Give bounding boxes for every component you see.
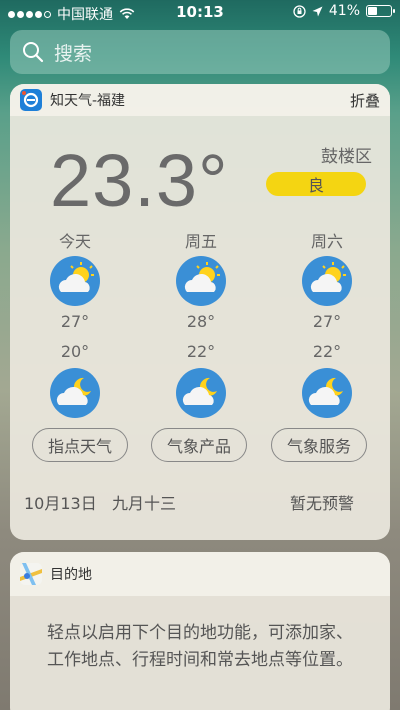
forecast-high: 28° — [186, 312, 216, 331]
partly-cloudy-day-icon — [176, 256, 226, 306]
partly-cloudy-day-icon — [302, 256, 352, 306]
destination-widget[interactable]: 目的地 轻点以启用下个目的地功能，可添加家、工作地点、行程时间和常去地点等位置。 — [10, 552, 390, 710]
lunar-date: 九月十三 — [112, 494, 177, 513]
orientation-lock-icon — [293, 4, 306, 18]
forecast-day-label: 今天 — [58, 232, 91, 251]
location-icon — [312, 6, 323, 16]
battery-percent: 41% — [328, 3, 360, 19]
widget-title: 知天气-福建 — [50, 93, 126, 109]
partly-cloudy-day-icon — [50, 256, 100, 306]
forecast-high: 27° — [312, 312, 342, 331]
current-temperature: 23.3° — [50, 139, 229, 222]
weather-warning-status: 暂无预警 — [290, 494, 355, 513]
weather-services-button[interactable]: 气象服务 — [271, 428, 367, 462]
partly-cloudy-night-icon — [50, 368, 100, 418]
collapse-button[interactable]: 折叠 — [350, 90, 380, 111]
weather-products-button[interactable]: 气象产品 — [151, 428, 247, 462]
solar-date: 10月13日 — [24, 494, 97, 513]
point-weather-button[interactable]: 指点天气 — [32, 428, 128, 462]
destination-description: 轻点以启用下个目的地功能，可添加家、工作地点、行程时间和常去地点等位置。 — [47, 623, 353, 670]
widget-header: 知天气-福建 折叠 — [10, 84, 390, 116]
partly-cloudy-night-icon — [302, 368, 352, 418]
forecast-low: 20° — [60, 342, 90, 361]
forecast-day-label: 周六 — [310, 232, 343, 251]
status-bar: 中国联通 10:13 41% — [0, 0, 400, 24]
forecast-high: 27° — [60, 312, 90, 331]
search-bar[interactable]: 搜索 — [10, 30, 390, 74]
forecast-low: 22° — [186, 342, 216, 361]
forecast-low: 22° — [312, 342, 342, 361]
app-logo-icon — [20, 89, 42, 111]
battery-icon — [366, 5, 395, 17]
search-placeholder: 搜索 — [54, 42, 93, 65]
forecast-day-label: 周五 — [184, 232, 217, 251]
weather-widget[interactable]: 知天气-福建 折叠 23.3° 鼓楼区 良 今天 27° 20° 周五 28° … — [10, 84, 390, 540]
search-icon — [23, 42, 44, 63]
widget-title: 目的地 — [50, 567, 92, 583]
widget-header: 目的地 — [10, 552, 390, 596]
maps-app-icon — [20, 563, 42, 585]
partly-cloudy-night-icon — [176, 368, 226, 418]
district-label: 鼓楼区 — [321, 147, 372, 167]
air-quality-badge: 良 — [266, 172, 366, 196]
